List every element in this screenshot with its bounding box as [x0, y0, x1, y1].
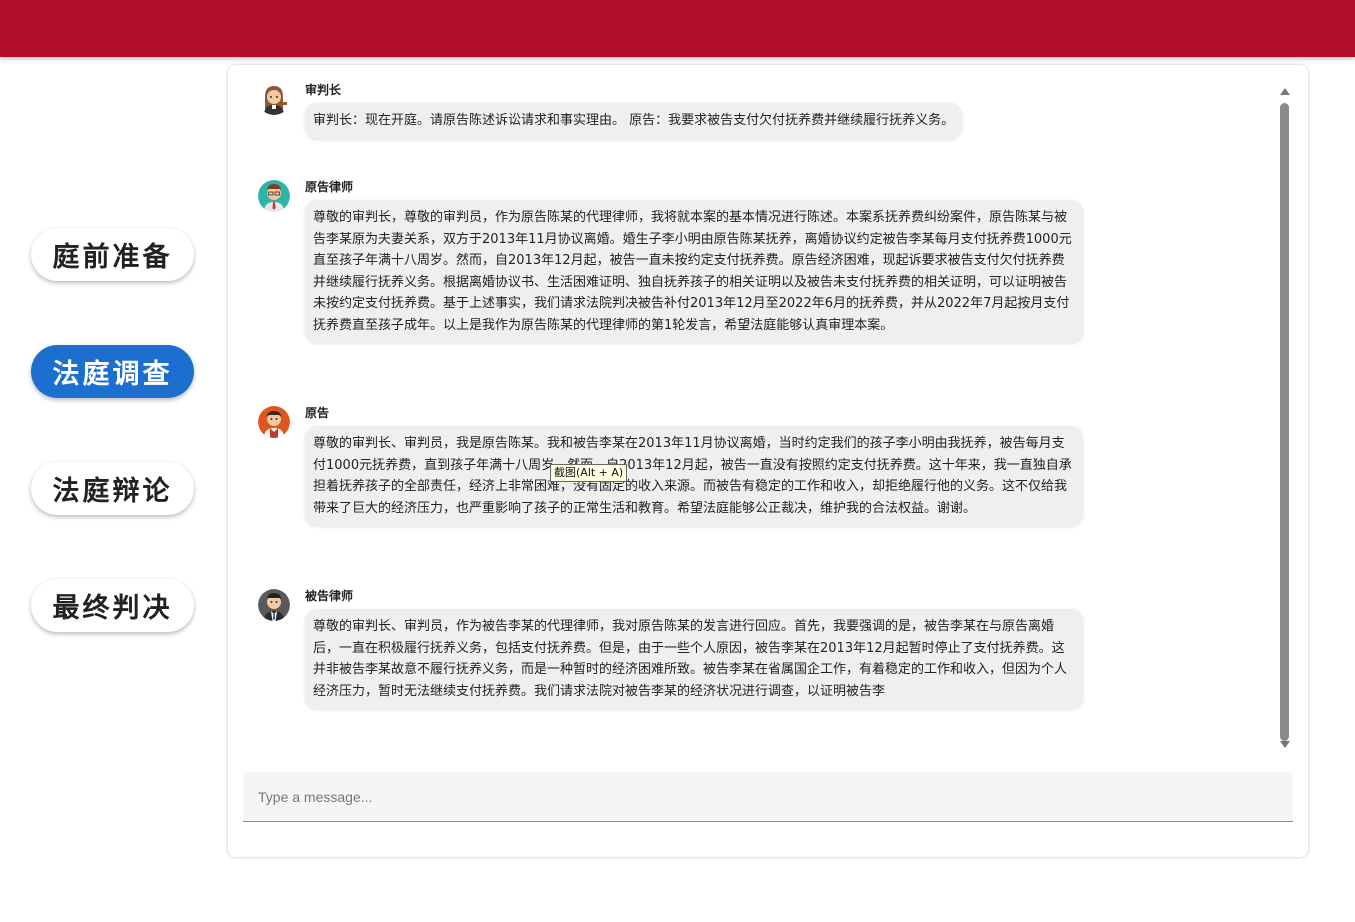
sender-name: 被告律师 [305, 589, 354, 603]
scroll-down-arrow-icon[interactable] [1280, 741, 1290, 748]
top-header-bar [0, 0, 1355, 57]
sender-name: 审判长 [305, 83, 342, 97]
scrollbar-thumb[interactable] [1280, 103, 1289, 741]
judge-avatar-icon [258, 83, 290, 115]
stage-button-investigation[interactable]: 法庭调查 [31, 345, 194, 398]
message-input[interactable] [243, 772, 1293, 821]
sender-name: 原告律师 [305, 180, 354, 194]
sender-name: 原告 [305, 406, 330, 420]
message-bubble: 尊敬的审判长、审判员，我是原告陈某。我和被告李某在2013年11月协议离婚，当时… [305, 426, 1083, 526]
stage-button-debate[interactable]: 法庭辩论 [31, 462, 194, 515]
message-scrollbar[interactable] [1278, 83, 1292, 751]
message-bubble: 尊敬的审判长，尊敬的审判员，作为原告陈某的代理律师，我将就本案的基本情况进行陈述… [305, 200, 1083, 343]
screenshot-tooltip: 截图(Alt + A) [550, 464, 628, 482]
chat-panel: 审判长 审判长：现在开庭。请原告陈述诉讼请求和事实理由。 原告：我要求被告支付欠… [228, 65, 1308, 857]
message-item: 审判长 审判长：现在开庭。请原告陈述诉讼请求和事实理由。 原告：我要求被告支付欠… [258, 65, 1088, 145]
message-bubble: 尊敬的审判长、审判员，作为被告李某的代理律师，我对原告陈某的发言进行回应。首先，… [305, 609, 1083, 709]
message-bubble: 审判长：现在开庭。请原告陈述诉讼请求和事实理由。 原告：我要求被告支付欠付抚养费… [305, 103, 963, 139]
plaintiff-lawyer-avatar-icon [258, 180, 290, 212]
message-input-container[interactable] [243, 772, 1293, 822]
stage-button-pretrial[interactable]: 庭前准备 [31, 228, 194, 281]
message-item: 被告律师 尊敬的审判长、审判员，作为被告李某的代理律师，我对原告陈某的发言进行回… [258, 571, 1088, 756]
defendant-lawyer-avatar-icon [258, 589, 290, 621]
message-item: 原告律师 尊敬的审判长，尊敬的审判员，作为原告陈某的代理律师，我将就本案的基本情… [258, 162, 1088, 372]
scroll-up-arrow-icon[interactable] [1280, 88, 1290, 95]
message-list: 审判长 审判长：现在开庭。请原告陈述诉讼请求和事实理由。 原告：我要求被告支付欠… [228, 65, 1278, 760]
plaintiff-avatar-icon [258, 406, 290, 438]
stage-button-verdict[interactable]: 最终判决 [31, 579, 194, 632]
message-item: 原告 尊敬的审判长、审判员，我是原告陈某。我和被告李某在2013年11月协议离婚… [258, 388, 1088, 558]
